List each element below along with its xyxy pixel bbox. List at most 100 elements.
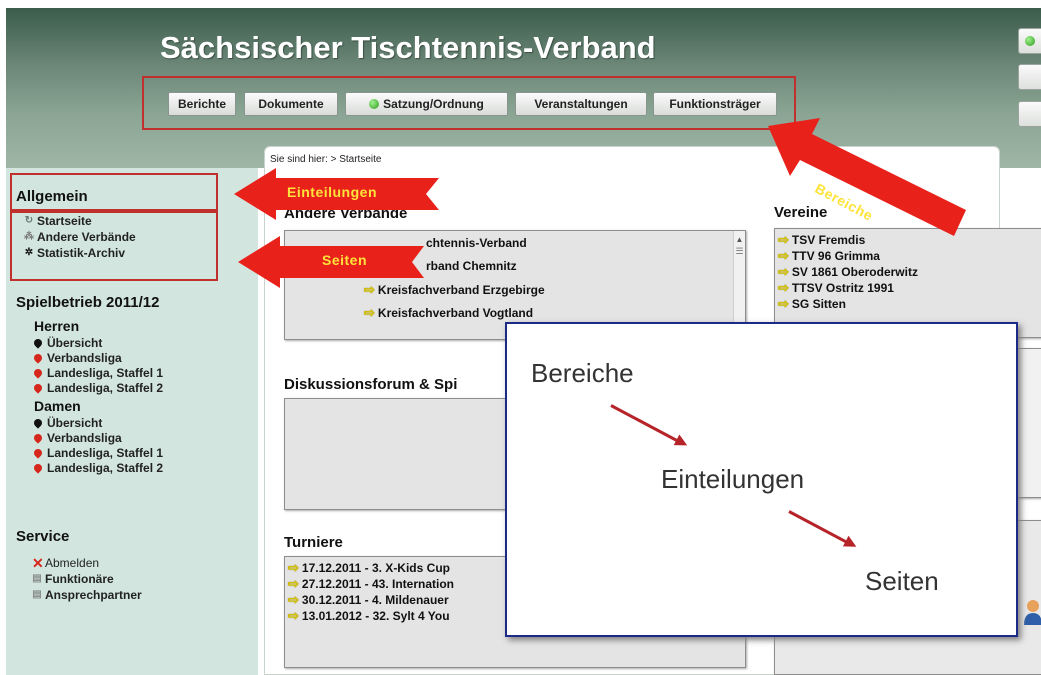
card-icon: ▤ [32,573,42,584]
pin-icon [32,337,44,349]
list-item[interactable]: ⇨ 30.12.2011 - 4. Mildenauer [288,592,449,608]
list-item[interactable]: ⇨ TTV 96 Grimma [778,248,880,264]
overlay-word-bereiche: Bereiche [531,358,634,388]
pin-icon [32,352,44,364]
sidebar-subheading-herren: Herren [34,318,80,334]
overlay-word-einteilungen: Einteilungen [661,464,805,494]
nav-berichte-label: Berichte [177,97,227,111]
sidebar-heading-service: Service [16,528,70,545]
forum-title: Diskussionsforum & Spi [284,376,458,393]
verband-link: rband Chemnitz [426,259,517,273]
user-avatar-icon [1024,600,1041,625]
green-dot-icon [369,99,380,109]
sidebar-item-damen-staffel1[interactable]: Landesliga, Staffel 1 [32,446,163,460]
explanation-overlay: Bereiche Einteilungen Seiten [505,322,1018,637]
pin-icon [32,382,44,394]
list-item[interactable]: ⇨ SV 1861 Oberoderwitz [778,264,918,280]
list-item[interactable]: ⇨ Kreisfachverband Vogtland [364,305,533,321]
card-icon: ▤ [32,589,42,600]
nav-funktionstraeger-label: Funktionsträger [669,97,761,111]
sidebar-item-funktionaere[interactable]: ▤ Funktionäre [32,572,114,586]
turniere-title: Turniere [284,534,343,551]
sidebar-item-label: Landesliga, Staffel 1 [47,366,164,380]
arrow-right-icon: ⇨ [288,608,299,623]
turnier-link: 30.12.2011 - 4. Mildenauer [301,593,449,607]
side-button-2[interactable] [1018,64,1041,90]
green-dot-icon [1025,36,1035,46]
overlay-word-seiten: Seiten [865,566,939,596]
list-item[interactable]: rband Chemnitz [426,259,517,273]
verein-link: TTSV Ostritz 1991 [791,281,894,295]
pin-icon [32,417,44,429]
verein-link: SV 1861 Oberoderwitz [791,265,918,279]
sidebar-item-label: Landesliga, Staffel 1 [47,446,164,460]
verband-link: chtennis-Verband [426,236,527,250]
sidebar-subheading-damen: Damen [34,398,81,414]
nav-veranstaltungen-label: Veranstaltungen [534,97,628,111]
sidebar-item-damen-verbandsliga[interactable]: Verbandsliga [32,431,122,445]
verein-link: SG Sitten [791,297,846,311]
arrow-right-icon: ⇨ [364,305,375,320]
sidebar-item-label: Funktionäre [45,572,114,586]
arrow-down-right-icon [610,404,685,446]
nav-funktionstraeger-button[interactable]: Funktionsträger [653,92,777,116]
breadcrumb: Sie sind hier: > Startseite [270,154,382,165]
scroll-thumb-icon: ☰ [735,246,744,256]
list-item[interactable]: ⇨ 17.12.2011 - 3. X-Kids Cup [288,560,450,576]
pin-icon [32,367,44,379]
verband-link: Kreisfachverband Vogtland [377,306,534,320]
side-button-1[interactable] [1018,28,1041,54]
sidebar-item-herren-verbandsliga[interactable]: Verbandsliga [32,351,122,365]
nav-satzung-label: Satzung/Ordnung [383,97,484,111]
arrow-right-icon: ⇨ [288,592,299,607]
sidebar-item-herren-staffel1[interactable]: Landesliga, Staffel 1 [32,366,163,380]
sidebar-item-label: Landesliga, Staffel 2 [47,381,164,395]
nav-dokumente-label: Dokumente [258,97,324,111]
nav-veranstaltungen-button[interactable]: Veranstaltungen [515,92,647,116]
list-item[interactable]: ⇨ 13.01.2012 - 32. Sylt 4 You [288,608,450,624]
sidebar-item-label: Übersicht [47,336,103,350]
arrow-right-icon: ⇨ [778,280,789,295]
sidebar-item-label: Verbandsliga [47,351,122,365]
sidebar-heading-spielbetrieb: Spielbetrieb 2011/12 [16,294,160,311]
list-item[interactable]: ⇨ SG Sitten [778,296,846,312]
bereiche-callout-arrow [768,118,966,236]
scroll-up-icon: ▲ [735,235,744,244]
list-item[interactable]: ⇨ 27.12.2011 - 43. Internation [288,576,454,592]
turnier-link: 27.12.2011 - 43. Internation [301,577,454,591]
sidebar-item-abmelden[interactable]: ✕ Abmelden [32,556,99,570]
arrow-right-icon: ⇨ [778,248,789,263]
pin-icon [32,447,44,459]
einteilungen-highlight-box [10,173,218,211]
sidebar-item-herren-uebersicht[interactable]: Übersicht [32,336,102,350]
arrow-down-right-icon [788,510,854,547]
seiten-highlight-box [10,211,218,281]
nav-dokumente-button[interactable]: Dokumente [244,92,338,116]
nav-satzung-button[interactable]: Satzung/Ordnung [345,92,508,116]
sidebar-item-damen-uebersicht[interactable]: Übersicht [32,416,102,430]
seiten-callout-label: Seiten [322,252,368,268]
sidebar-item-damen-staffel2[interactable]: Landesliga, Staffel 2 [32,461,163,475]
arrow-right-icon: ⇨ [778,264,789,279]
sidebar-item-label: Übersicht [47,416,103,430]
arrow-right-icon: ⇨ [778,296,789,311]
einteilungen-callout-label: Einteilungen [287,184,377,200]
sidebar-item-label: Ansprechpartner [45,588,142,602]
list-item[interactable]: ⇨ TTSV Ostritz 1991 [778,280,894,296]
turnier-link: 13.01.2012 - 32. Sylt 4 You [301,609,450,623]
list-item[interactable]: chtennis-Verband [426,236,527,250]
sidebar-item-label: Abmelden [45,556,100,570]
screenshot-frame: Sächsischer Tischtennis-Verband Berichte… [6,8,1041,675]
arrow-right-icon: ⇨ [288,576,299,591]
nav-berichte-button[interactable]: Berichte [168,92,236,116]
arrow-right-icon: ⇨ [288,560,299,575]
sidebar-item-herren-staffel2[interactable]: Landesliga, Staffel 2 [32,381,163,395]
site-title: Sächsischer Tischtennis-Verband [160,30,656,65]
turnier-link: 17.12.2011 - 3. X-Kids Cup [301,561,450,575]
pin-icon [32,432,44,444]
pin-icon [32,462,44,474]
sidebar-item-ansprechpartner[interactable]: ▤ Ansprechpartner [32,588,142,602]
close-icon: ✕ [32,555,44,571]
sidebar-item-label: Verbandsliga [47,431,122,445]
side-button-3[interactable] [1018,101,1041,127]
